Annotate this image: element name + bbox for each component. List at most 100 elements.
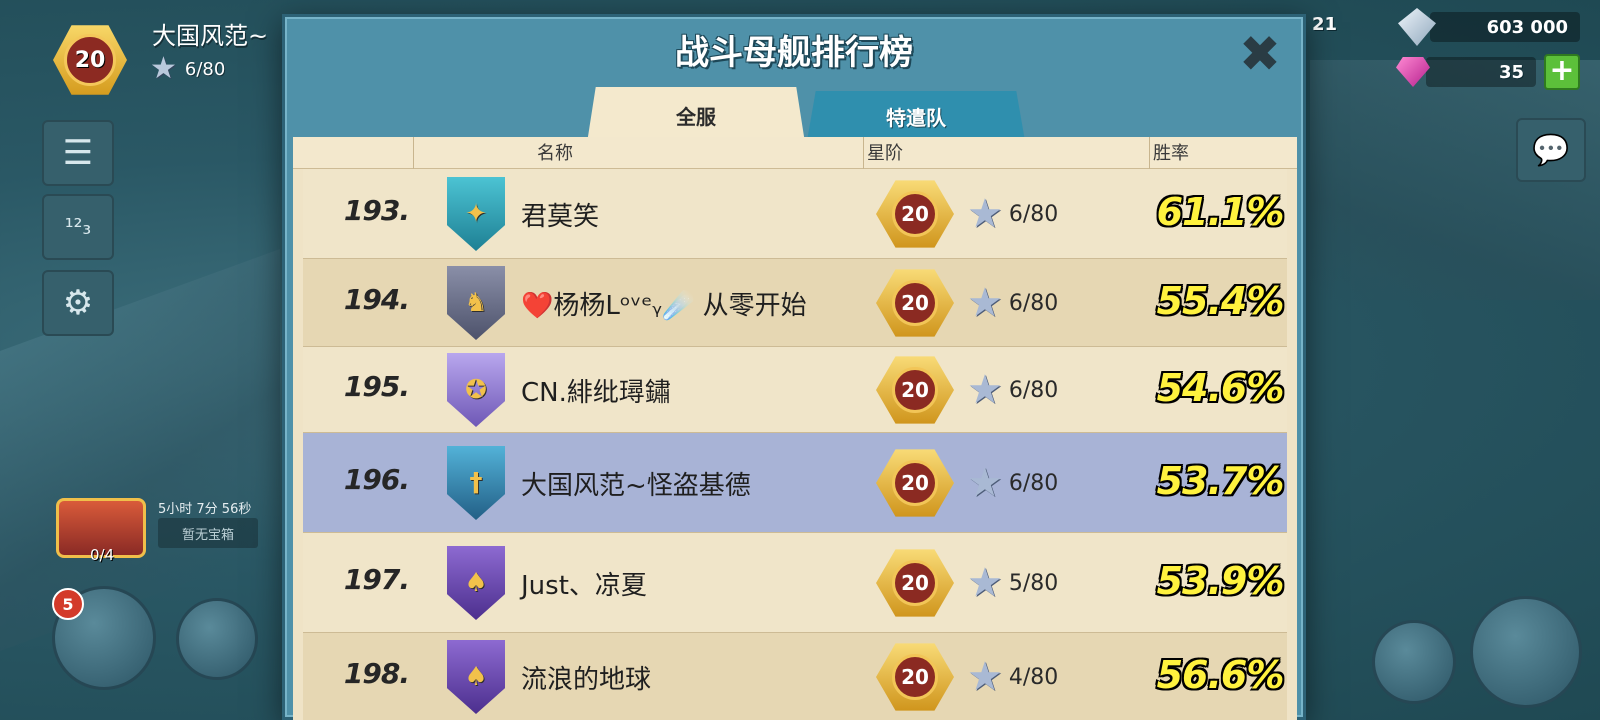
diamond-value: 603 000 bbox=[1486, 16, 1568, 38]
table-row[interactable]: 195. ✪ CN.緋纰璕鏽 20 ★ 6/80 54.6% bbox=[303, 347, 1287, 433]
upgrade-button[interactable] bbox=[176, 598, 258, 680]
row-stars: ★ 4/80 bbox=[967, 657, 1058, 697]
star-icon: ★ bbox=[967, 191, 1003, 237]
team-shield-icon: ♠ bbox=[447, 640, 505, 714]
chest-panel[interactable]: 5小时 7分 56秒 暂无宝箱 0/4 bbox=[52, 488, 262, 576]
gear-icon: ⚙ bbox=[62, 283, 94, 323]
row-win-rate: 53.9% bbox=[1156, 559, 1285, 603]
resource-partial: 21 bbox=[1312, 14, 1338, 35]
attack-button[interactable] bbox=[1470, 596, 1582, 708]
column-header-name: 名称 bbox=[537, 143, 573, 164]
shield-emblem-icon: ✪ bbox=[465, 375, 487, 405]
row-level-badge: 20 bbox=[869, 267, 961, 339]
row-win-rate: 56.6% bbox=[1156, 653, 1285, 697]
chat-icon: 💬 bbox=[1532, 132, 1570, 168]
chest-status: 暂无宝箱 bbox=[158, 518, 258, 548]
settings-button[interactable]: ⚙ bbox=[42, 270, 114, 336]
row-player: 大国风范~怪盗基德 bbox=[521, 465, 751, 502]
shield-emblem-icon: ♠ bbox=[464, 568, 488, 598]
add-gems-button[interactable]: + bbox=[1544, 54, 1580, 90]
row-player-name: 流浪的地球 bbox=[521, 665, 652, 695]
shield-emblem-icon: ♠ bbox=[464, 662, 488, 692]
headquarters-button[interactable] bbox=[1372, 620, 1456, 704]
player-level: 20 bbox=[64, 34, 116, 86]
star-icon: ★ bbox=[967, 654, 1003, 700]
row-level: 20 bbox=[892, 191, 938, 237]
shield-emblem-icon: ♞ bbox=[464, 288, 488, 318]
player-level-badge[interactable]: 20 bbox=[42, 20, 138, 100]
row-player: CN.緋纰璕鏽 bbox=[521, 372, 671, 409]
leaderboard-modal: 战斗母舰排行榜 ✖ 全服 特遣队 名称 星阶 胜率 193. ✦ 君莫笑 20 ★ 6/8… bbox=[282, 14, 1306, 720]
table-header: 名称 星阶 胜率 bbox=[293, 137, 1297, 169]
table-row[interactable]: 198. ♠ 流浪的地球 20 ★ 4/80 56.6% bbox=[303, 633, 1287, 720]
row-player: ❤️杨杨Lᵒᵛᵉᵧ☄️ 从零开始 bbox=[521, 285, 807, 322]
table-row[interactable]: 196. † 大国风范~怪盗基德 20 ★ 6/80 53.7% bbox=[303, 433, 1287, 533]
row-stars-value: 6/80 bbox=[1008, 201, 1059, 227]
row-level-badge: 20 bbox=[869, 178, 961, 250]
row-stars: ★ 5/80 bbox=[967, 563, 1058, 603]
modal-title: 战斗母舰排行榜 bbox=[675, 33, 913, 73]
row-level: 20 bbox=[892, 367, 938, 413]
row-stars: ★ 6/80 bbox=[967, 463, 1058, 503]
gem-value: 35 bbox=[1498, 61, 1524, 83]
row-player-name: Just、凉夏 bbox=[521, 571, 647, 601]
notification-badge: 5 bbox=[52, 588, 84, 620]
hamburger-icon: ☰ bbox=[62, 133, 94, 173]
row-rank: 193. bbox=[343, 194, 410, 227]
row-player: Just、凉夏 bbox=[521, 565, 647, 602]
diamond-resource: 603 000 bbox=[1398, 8, 1580, 46]
close-icon: ✖ bbox=[1239, 25, 1281, 83]
team-shield-icon: † bbox=[447, 446, 505, 520]
row-stars: ★ 6/80 bbox=[967, 370, 1058, 410]
star-icon: ★ bbox=[967, 560, 1003, 606]
gem-resource: 35 + bbox=[1396, 54, 1580, 90]
row-level: 20 bbox=[892, 460, 938, 506]
row-rank: 195. bbox=[343, 370, 410, 403]
tab-global[interactable]: 全服 bbox=[587, 87, 805, 143]
row-stars-value: 6/80 bbox=[1008, 290, 1059, 316]
row-stars-value: 6/80 bbox=[1008, 470, 1059, 496]
row-stars-value: 5/80 bbox=[1008, 570, 1059, 596]
row-player-name: 君莫笑 bbox=[521, 202, 600, 232]
team-shield-icon: ✪ bbox=[447, 353, 505, 427]
player-stars-value: 6/80 bbox=[184, 58, 226, 80]
row-level-badge: 20 bbox=[869, 641, 961, 713]
row-win-rate: 61.1% bbox=[1156, 190, 1285, 234]
team-shield-icon: ♞ bbox=[447, 266, 505, 340]
chest-count: 0/4 bbox=[90, 546, 115, 564]
player-name: 大国风范~ bbox=[152, 22, 269, 50]
star-icon: ★ bbox=[967, 367, 1003, 413]
star-icon: ★ bbox=[150, 51, 177, 86]
row-stars: ★ 6/80 bbox=[967, 194, 1058, 234]
table-row[interactable]: 194. ♞ ❤️杨杨Lᵒᵛᵉᵧ☄️ 从零开始 20 ★ 6/80 55.4% bbox=[303, 259, 1287, 347]
row-level: 20 bbox=[892, 280, 938, 326]
close-button[interactable]: ✖ bbox=[1237, 29, 1283, 79]
row-player-name: 杨杨Lᵒᵛᵉᵧ☄️ 从零开始 bbox=[553, 291, 807, 321]
row-level: 20 bbox=[892, 560, 938, 606]
player-stars: ★ 6/80 bbox=[150, 54, 225, 84]
heart-icon: ❤️ bbox=[521, 291, 554, 321]
row-level-badge: 20 bbox=[869, 354, 961, 426]
table-row[interactable]: 193. ✦ 君莫笑 20 ★ 6/80 61.1% bbox=[303, 169, 1287, 259]
ranking-icon: ¹²₃ bbox=[64, 214, 92, 240]
shield-emblem-icon: † bbox=[469, 468, 483, 498]
team-shield-icon: ♠ bbox=[447, 546, 505, 620]
row-player: 流浪的地球 bbox=[521, 659, 651, 696]
chat-button[interactable]: 💬 bbox=[1516, 118, 1586, 182]
tab-task-force[interactable]: 特遣队 bbox=[807, 91, 1025, 141]
row-win-rate: 54.6% bbox=[1156, 366, 1285, 410]
row-player-name: CN.緋纰璕鏽 bbox=[521, 378, 671, 408]
row-level: 20 bbox=[892, 654, 938, 700]
team-shield-icon: ✦ bbox=[447, 177, 505, 251]
row-rank: 196. bbox=[343, 463, 410, 496]
menu-button[interactable]: ☰ bbox=[42, 120, 114, 186]
row-stars: ★ 6/80 bbox=[967, 283, 1058, 323]
row-stars-value: 4/80 bbox=[1008, 664, 1059, 690]
star-icon: ★ bbox=[967, 460, 1003, 506]
row-level-badge: 20 bbox=[869, 447, 961, 519]
leaderboard-button[interactable]: ¹²₃ bbox=[42, 194, 114, 260]
shield-emblem-icon: ✦ bbox=[465, 199, 487, 229]
row-level-badge: 20 bbox=[869, 547, 961, 619]
row-rank: 198. bbox=[343, 657, 410, 690]
table-row[interactable]: 197. ♠ Just、凉夏 20 ★ 5/80 53.9% bbox=[303, 533, 1287, 633]
